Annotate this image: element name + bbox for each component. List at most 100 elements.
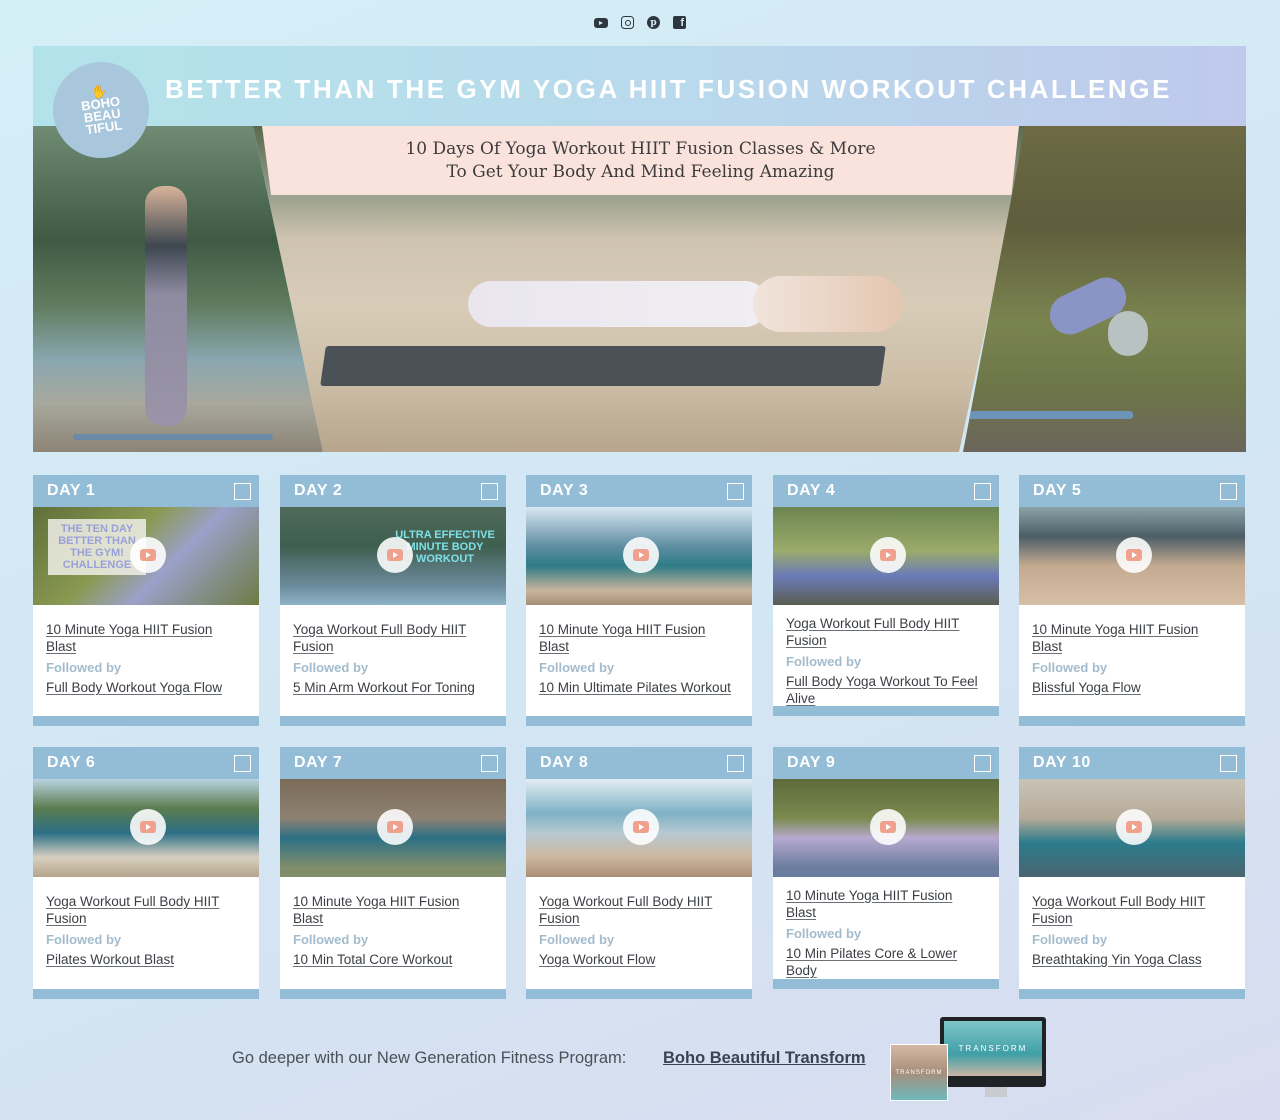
day-complete-checkbox[interactable] — [1220, 754, 1237, 772]
card-footer-bar — [280, 716, 506, 726]
card-header: DAY 10 — [1019, 747, 1245, 779]
video-thumbnail[interactable] — [1019, 779, 1245, 877]
instagram-icon[interactable] — [621, 16, 634, 29]
main-workout-link[interactable]: Yoga Workout Full Body HIIT Fusion — [539, 893, 738, 927]
hand-logo-icon: ✋ BOHO BEAU TIFUL — [79, 83, 123, 138]
video-thumbnail[interactable] — [33, 779, 259, 877]
card-header: DAY 2 — [280, 475, 506, 507]
card-footer-bar — [526, 989, 752, 999]
day-card: DAY 3 10 Minute Yoga HIIT Fusion Blast Fol… — [526, 475, 752, 726]
card-header: DAY 8 — [526, 747, 752, 779]
play-icon — [387, 549, 403, 561]
card-body: Yoga Workout Full Body HIIT Fusion Follow… — [280, 605, 506, 696]
boho-beautiful-logo[interactable]: ✋ BOHO BEAU TIFUL — [53, 62, 149, 158]
hero-banner: BETTER THAN THE GYM YOGA HIIT FUSION WOR… — [33, 46, 1246, 452]
play-button[interactable] — [130, 809, 166, 845]
follow-up-workout-link[interactable]: 10 Min Pilates Core & Lower Body — [786, 945, 985, 979]
day-card: DAY 8 Yoga Workout Full Body HIIT Fusion F… — [526, 747, 752, 999]
day-label: DAY 4 — [787, 482, 836, 499]
follow-up-workout-link[interactable]: 10 Min Total Core Workout — [293, 951, 492, 968]
day-complete-checkbox[interactable] — [974, 754, 991, 772]
subtitle-line-1: 10 Days Of Yoga Workout HIIT Fusion Clas… — [405, 138, 876, 159]
play-button[interactable] — [623, 809, 659, 845]
follow-up-workout-link[interactable]: Full Body Workout Yoga Flow — [46, 679, 245, 696]
video-thumbnail[interactable] — [280, 779, 506, 877]
card-header: DAY 7 — [280, 747, 506, 779]
play-button[interactable] — [130, 537, 166, 573]
main-workout-link[interactable]: Yoga Workout Full Body HIIT Fusion — [46, 893, 245, 927]
play-button[interactable] — [870, 809, 906, 845]
main-workout-link[interactable]: 10 Minute Yoga HIIT Fusion Blast — [1032, 621, 1231, 655]
follow-up-workout-link[interactable]: Pilates Workout Blast — [46, 951, 245, 968]
follow-up-workout-link[interactable]: Yoga Workout Flow — [539, 951, 738, 968]
video-thumbnail[interactable]: ULTRA EFFECTIVE MINUTE BODY WORKOUT — [280, 507, 506, 605]
day-complete-checkbox[interactable] — [234, 482, 251, 500]
followed-by-label: Followed by — [46, 660, 122, 675]
main-workout-link[interactable]: Yoga Workout Full Body HIIT Fusion — [786, 615, 985, 649]
video-thumbnail[interactable] — [773, 507, 999, 605]
day-complete-checkbox[interactable] — [727, 482, 744, 500]
video-thumbnail[interactable] — [1019, 507, 1245, 605]
main-workout-link[interactable]: 10 Minute Yoga HIIT Fusion Blast — [539, 621, 738, 655]
followed-by-label: Followed by — [293, 932, 369, 947]
play-button[interactable] — [623, 537, 659, 573]
card-header: DAY 5 — [1019, 475, 1245, 507]
pinterest-icon[interactable]: p — [647, 16, 660, 29]
followed-by-label: Followed by — [539, 932, 615, 947]
main-workout-link[interactable]: 10 Minute Yoga HIIT Fusion Blast — [293, 893, 492, 927]
day-card: DAY 9 10 Minute Yoga HIIT Fusion Blast Fol… — [773, 747, 999, 989]
day-label: DAY 7 — [294, 754, 343, 771]
facebook-icon[interactable]: f — [673, 16, 686, 29]
transform-program-link[interactable]: Boho Beautiful Transform — [663, 1049, 866, 1068]
day-complete-checkbox[interactable] — [1220, 482, 1237, 500]
main-workout-link[interactable]: Yoga Workout Full Body HIIT Fusion — [1032, 893, 1231, 927]
page-title: BETTER THAN THE GYM YOGA HIIT FUSION WOR… — [165, 74, 1173, 104]
day-label: DAY 3 — [540, 482, 589, 499]
play-icon — [880, 821, 896, 833]
main-workout-link[interactable]: 10 Minute Yoga HIIT Fusion Blast — [786, 887, 985, 921]
monitor-stand — [985, 1087, 1007, 1097]
card-footer-bar — [526, 716, 752, 726]
follow-up-workout-link[interactable]: Breathtaking Yin Yoga Class — [1032, 951, 1231, 968]
day-complete-checkbox[interactable] — [481, 482, 498, 500]
card-body: 10 Minute Yoga HIIT Fusion Blast Followed… — [1019, 605, 1245, 696]
youtube-icon[interactable] — [594, 17, 608, 28]
card-body: Yoga Workout Full Body HIIT Fusion Follow… — [773, 605, 999, 707]
play-button[interactable] — [1116, 809, 1152, 845]
card-header: DAY 6 — [33, 747, 259, 779]
follow-up-workout-link[interactable]: Full Body Yoga Workout To Feel Alive — [786, 673, 985, 707]
video-thumbnail[interactable] — [526, 507, 752, 605]
day-card: DAY 7 10 Minute Yoga HIIT Fusion Blast Fol… — [280, 747, 506, 999]
followed-by-label: Followed by — [1032, 660, 1108, 675]
day-label: DAY 1 — [47, 482, 96, 499]
tablet-mockup: TRANSFORM — [890, 1044, 948, 1101]
day-label: DAY 2 — [294, 482, 343, 499]
video-thumbnail[interactable] — [773, 779, 999, 877]
transform-promo-image[interactable]: TRANSFORM TRANSFORM — [890, 1017, 1048, 1103]
follow-up-workout-link[interactable]: Blissful Yoga Flow — [1032, 679, 1231, 696]
day-complete-checkbox[interactable] — [234, 754, 251, 772]
day-card: DAY 6 Yoga Workout Full Body HIIT Fusion F… — [33, 747, 259, 999]
followed-by-label: Followed by — [539, 660, 615, 675]
follow-up-workout-link[interactable]: 5 Min Arm Workout For Toning — [293, 679, 492, 696]
play-icon — [387, 821, 403, 833]
card-header: DAY 9 — [773, 747, 999, 779]
play-button[interactable] — [377, 537, 413, 573]
day-complete-checkbox[interactable] — [481, 754, 498, 772]
main-workout-link[interactable]: 10 Minute Yoga HIIT Fusion Blast — [46, 621, 245, 655]
play-button[interactable] — [870, 537, 906, 573]
card-body: Yoga Workout Full Body HIIT Fusion Follow… — [526, 877, 752, 968]
card-footer-bar — [1019, 989, 1245, 999]
day-label: DAY 9 — [787, 754, 836, 771]
card-footer-bar — [33, 989, 259, 999]
follow-up-workout-link[interactable]: 10 Min Ultimate Pilates Workout — [539, 679, 738, 696]
card-body: Yoga Workout Full Body HIIT Fusion Follow… — [33, 877, 259, 968]
video-thumbnail[interactable] — [526, 779, 752, 877]
day-complete-checkbox[interactable] — [727, 754, 744, 772]
play-button[interactable] — [377, 809, 413, 845]
day-complete-checkbox[interactable] — [974, 482, 991, 500]
video-thumbnail[interactable]: THE TEN DAY BETTER THAN THE GYM! CHALLEN… — [33, 507, 259, 605]
subtitle-line-2: To Get Your Body And Mind Feeling Amazin… — [446, 161, 835, 182]
play-button[interactable] — [1116, 537, 1152, 573]
main-workout-link[interactable]: Yoga Workout Full Body HIIT Fusion — [293, 621, 492, 655]
